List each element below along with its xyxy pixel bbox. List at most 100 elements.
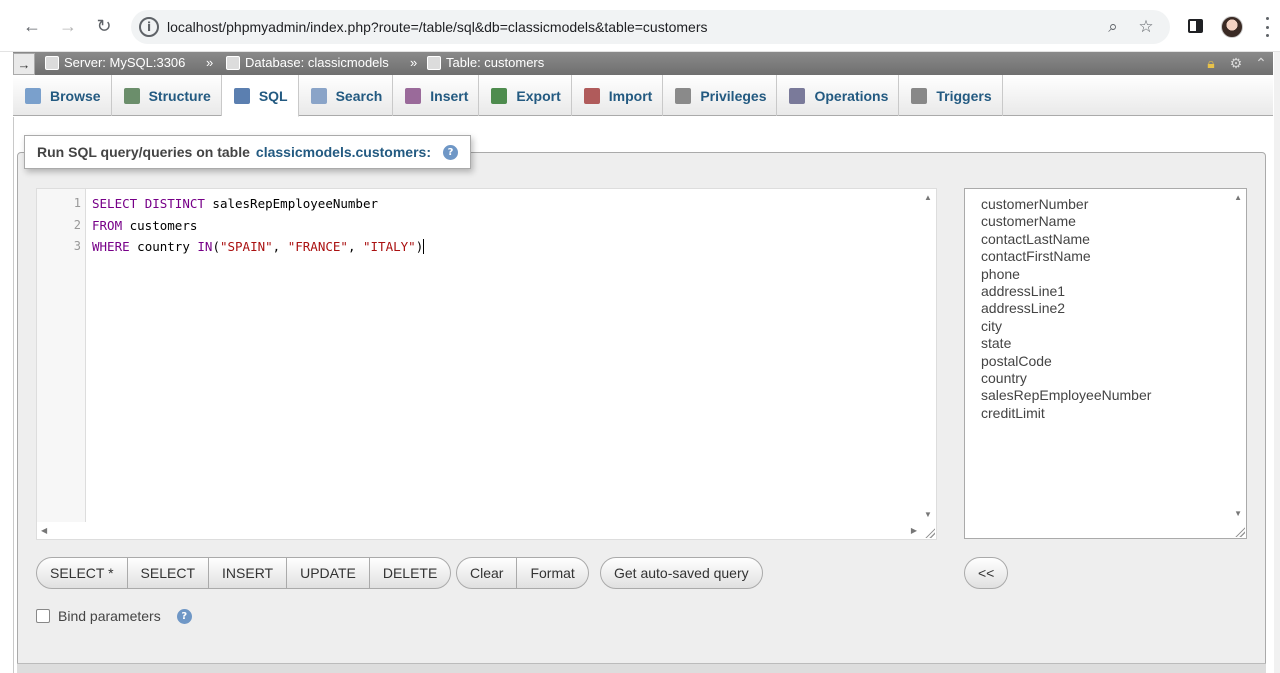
tab-search[interactable]: Search bbox=[299, 75, 394, 116]
editor-vertical-scrollbar[interactable]: ▲ ▼ bbox=[920, 189, 936, 523]
get-auto-saved-query-button[interactable]: Get auto-saved query bbox=[600, 557, 763, 589]
url-text[interactable]: localhost/phpmyadmin/index.php?route=/ta… bbox=[167, 19, 707, 35]
code-token: ( bbox=[212, 239, 220, 254]
breadcrumb-server[interactable]: Server: MySQL:3306 bbox=[45, 55, 185, 70]
template-button-update[interactable]: UPDATE bbox=[287, 558, 370, 588]
toggle-navigation-arrow[interactable]: → bbox=[13, 53, 35, 75]
column-option[interactable]: state bbox=[981, 335, 1011, 351]
template-button-select-all[interactable]: SELECT * bbox=[37, 558, 128, 588]
browser-toolbar: ← → ↻ i localhost/phpmyadmin/index.php?r… bbox=[0, 0, 1280, 52]
server-icon bbox=[45, 55, 59, 70]
column-option[interactable]: addressLine1 bbox=[981, 283, 1065, 299]
scroll-left-icon[interactable]: ◀ bbox=[41, 526, 47, 535]
breadcrumb-server-label[interactable]: Server: MySQL:3306 bbox=[64, 55, 185, 70]
code-token: WHERE bbox=[92, 239, 130, 254]
collapse-icon[interactable]: ⌃ bbox=[1253, 55, 1269, 71]
column-option[interactable]: country bbox=[981, 370, 1027, 386]
scroll-right-icon[interactable]: ▶ bbox=[911, 526, 917, 535]
bind-parameters[interactable]: Bind parameters ? bbox=[36, 608, 192, 624]
tab-operations[interactable]: Operations bbox=[777, 75, 900, 116]
scroll-down-icon[interactable]: ▼ bbox=[1234, 509, 1242, 518]
menu-icon[interactable] bbox=[1260, 17, 1274, 37]
table-icon bbox=[427, 55, 441, 70]
column-option[interactable]: phone bbox=[981, 266, 1020, 282]
column-option[interactable]: postalCode bbox=[981, 353, 1052, 369]
tab-label: SQL bbox=[258, 87, 288, 104]
tab-import[interactable]: Import bbox=[572, 75, 664, 116]
code-token: country bbox=[129, 239, 198, 254]
star-icon[interactable]: ☆ bbox=[1136, 17, 1156, 37]
code-token: "FRANCE" bbox=[287, 239, 348, 254]
help-icon[interactable]: ? bbox=[176, 608, 192, 624]
columns-resize-handle[interactable] bbox=[1234, 526, 1245, 537]
profile-avatar[interactable] bbox=[1221, 16, 1243, 38]
code-line[interactable]: SELECT DISTINCT salesRepEmployeeNumber bbox=[92, 196, 378, 211]
column-option[interactable]: contactLastName bbox=[981, 231, 1090, 247]
columns-list[interactable]: ▲ ▼ customerNumber customerName contactLas… bbox=[964, 188, 1247, 539]
editor-resize-handle[interactable] bbox=[924, 527, 935, 538]
column-option[interactable]: customerNumber bbox=[981, 196, 1088, 212]
sql-icon bbox=[233, 87, 250, 104]
editor-horizontal-scrollbar[interactable]: ◀ ▶ bbox=[37, 522, 921, 539]
sql-editor[interactable]: 1 2 3 SELECT DISTINCT salesRepEmployeeNumb… bbox=[36, 188, 937, 540]
sql-query-legend: Run SQL query/queries on table classicmo… bbox=[24, 135, 471, 169]
tab-privileges[interactable]: Privileges bbox=[663, 75, 778, 116]
tab-structure[interactable]: Structure bbox=[112, 75, 222, 116]
code-token: customers bbox=[122, 217, 198, 233]
tab-label: Export bbox=[516, 87, 561, 104]
line-number: 2 bbox=[73, 217, 81, 232]
code-line[interactable]: WHERE country IN("SPAIN", "FRANCE", "ITA… bbox=[92, 239, 425, 254]
tab-triggers[interactable]: Triggers bbox=[899, 75, 1003, 116]
code-token: , bbox=[347, 239, 363, 254]
forward-arrow-icon[interactable]: → bbox=[56, 14, 80, 38]
code-line[interactable]: FROM customers bbox=[92, 218, 197, 233]
bind-parameters-label[interactable]: Bind parameters bbox=[58, 608, 161, 624]
format-button[interactable]: Format bbox=[517, 558, 587, 588]
column-option[interactable]: creditLimit bbox=[981, 405, 1045, 421]
scroll-up-icon[interactable]: ▲ bbox=[924, 193, 932, 202]
tab-label: Structure bbox=[148, 87, 211, 104]
column-option[interactable]: salesRepEmployeeNumber bbox=[981, 387, 1151, 403]
lock-icon[interactable]: 🔒︎ bbox=[1203, 55, 1219, 71]
column-option[interactable]: addressLine2 bbox=[981, 300, 1065, 316]
tab-label: Insert bbox=[430, 87, 469, 104]
code-token: SELECT bbox=[92, 196, 138, 211]
scroll-up-icon[interactable]: ▲ bbox=[1234, 193, 1242, 202]
code-token: FROM bbox=[92, 217, 123, 233]
tab-insert[interactable]: Insert bbox=[393, 75, 480, 116]
site-info-icon[interactable]: i bbox=[139, 17, 159, 37]
gear-icon[interactable]: ⚙ bbox=[1228, 55, 1244, 71]
tab-browse[interactable]: Browse bbox=[13, 75, 112, 116]
template-button-select[interactable]: SELECT bbox=[128, 558, 210, 588]
search-icon bbox=[310, 87, 327, 104]
help-icon[interactable]: ? bbox=[443, 144, 458, 160]
bind-parameters-checkbox[interactable] bbox=[36, 609, 50, 623]
breadcrumb-database[interactable]: Database: classicmodels bbox=[226, 55, 389, 70]
insert-column-button[interactable]: << bbox=[964, 557, 1009, 589]
clear-button[interactable]: Clear bbox=[457, 558, 518, 588]
template-button-insert[interactable]: INSERT bbox=[209, 558, 288, 588]
code-token: "ITALY" bbox=[363, 239, 416, 254]
tab-label: Import bbox=[608, 87, 653, 104]
code-token: ) bbox=[415, 239, 424, 254]
page-scrollbar[interactable] bbox=[1274, 52, 1280, 673]
privileges-icon bbox=[675, 87, 692, 104]
breadcrumb-separator: » bbox=[206, 55, 214, 70]
column-option[interactable]: customerName bbox=[981, 213, 1076, 229]
code-token: IN bbox=[197, 239, 213, 254]
reload-icon[interactable]: ↻ bbox=[92, 14, 116, 38]
tab-sql[interactable]: SQL bbox=[221, 75, 299, 117]
tab-export[interactable]: Export bbox=[479, 75, 572, 116]
column-option[interactable]: contactFirstName bbox=[981, 248, 1091, 264]
column-option[interactable]: city bbox=[981, 318, 1002, 334]
breadcrumb-table[interactable]: Table: customers bbox=[427, 55, 544, 70]
address-bar[interactable]: i localhost/phpmyadmin/index.php?route=/… bbox=[131, 10, 1170, 44]
breadcrumb-table-label[interactable]: Table: customers bbox=[446, 55, 544, 70]
scroll-down-icon[interactable]: ▼ bbox=[924, 510, 932, 519]
sidepanel-icon[interactable] bbox=[1183, 14, 1207, 38]
back-arrow-icon[interactable]: ← bbox=[20, 14, 44, 38]
template-buttons: SELECT * SELECT INSERT UPDATE DELETE bbox=[36, 557, 452, 589]
zoom-icon[interactable]: ⌕ bbox=[1103, 17, 1123, 37]
template-button-delete[interactable]: DELETE bbox=[370, 558, 450, 588]
breadcrumb-database-label[interactable]: Database: classicmodels bbox=[245, 55, 389, 70]
